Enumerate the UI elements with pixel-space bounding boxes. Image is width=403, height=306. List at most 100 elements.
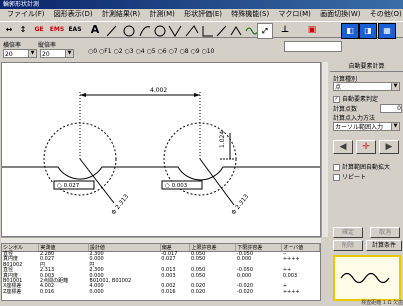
point-tool-icon[interactable] bbox=[216, 25, 227, 37]
calc-condition-button[interactable]: 計算条件 bbox=[366, 240, 402, 251]
zoom-icon[interactable]: ⤢ bbox=[257, 23, 273, 39]
ems-button[interactable]: EMS bbox=[48, 23, 66, 37]
table-row[interactable]: Z座標差 0.016 0.000 0.016 0.020 -0.020 ++++ bbox=[2, 289, 320, 295]
text-tool-button[interactable]: A bbox=[88, 23, 102, 37]
menu-other[interactable]: その他(O) bbox=[370, 10, 402, 18]
dim-top-text: 4.002 bbox=[150, 87, 167, 94]
view2-icon[interactable]: ◨ bbox=[359, 23, 377, 39]
menu-results[interactable]: 計測結果(R) bbox=[102, 10, 140, 18]
h-scale-value: 20 bbox=[5, 51, 13, 58]
auto-judge-label: 自動要素判定 bbox=[342, 96, 379, 103]
toolbar: ↔ ↕ GE EMS EAS A ⤢ ⊥ ▣ ◧ ◨ ▦ bbox=[0, 21, 403, 39]
view3-icon[interactable]: ▦ bbox=[378, 23, 396, 39]
input-method-combo[interactable]: カーソル範囲入力 ▼ bbox=[333, 122, 400, 131]
ge-button[interactable]: GE bbox=[30, 23, 48, 37]
menu-shape-eval[interactable]: 形状評価(E) bbox=[184, 10, 222, 18]
eas-button[interactable]: EAS bbox=[66, 23, 84, 37]
drawing-tools bbox=[106, 25, 259, 37]
menu-screen[interactable]: 画面切換(W) bbox=[320, 10, 360, 18]
arrow-right-icon bbox=[194, 93, 200, 97]
next-button[interactable]: ▶ bbox=[379, 140, 399, 154]
radio-7[interactable]: ○7 bbox=[168, 48, 177, 55]
auto-calc-panel: 自動要素計算 計算種別 点 ▼ ✓ 自動要素判定 計算点数 0 計算点入力方法 カー… bbox=[330, 62, 403, 306]
cursor-button[interactable]: ✛ bbox=[356, 140, 376, 154]
calc-type-value: 点 bbox=[335, 84, 342, 91]
menu-bar: ファイル(F) 図形表示(D) 計測結果(R) 計測(M) 形状評価(E) 特殊… bbox=[0, 9, 403, 20]
range-auto-checkbox[interactable]: 計算範囲自動拡大 bbox=[333, 162, 390, 171]
arrow-right-icon: ▶ bbox=[385, 142, 393, 152]
chevron-down-icon: ▼ bbox=[391, 123, 399, 130]
radio-2[interactable]: ○2 bbox=[113, 48, 122, 55]
tol-box-mid-text: ○ 0.003 bbox=[165, 183, 188, 189]
shape-preview bbox=[333, 255, 401, 301]
cancel-button[interactable]: 取消 bbox=[370, 227, 400, 238]
radio-5[interactable]: ○5 bbox=[146, 48, 155, 55]
v-scale-combo[interactable]: 20 ▼ bbox=[40, 49, 74, 58]
menu-special[interactable]: 特殊機能(S) bbox=[231, 10, 269, 18]
scale-row: 横倍率 縦倍率 20 ▼ 20 ▼ ○0 ○F1 ○2 ○3 ○4 ○5 ○6 ○7… bbox=[0, 39, 403, 61]
radio-9[interactable]: ○9 bbox=[190, 48, 199, 55]
view1-icon[interactable]: ◧ bbox=[341, 23, 359, 39]
menu-macro[interactable]: マクロ(M) bbox=[278, 10, 311, 18]
print-icon[interactable]: ▣ bbox=[305, 23, 319, 37]
coord-field[interactable] bbox=[284, 41, 342, 52]
diag-right bbox=[199, 158, 235, 206]
profile-drawing: 4.002 1.024 Φ 2.313 Φ 2.313 ○ 0.027 ○ 0.… bbox=[2, 87, 320, 216]
diag-left-text: Φ 2.313 bbox=[110, 193, 130, 216]
circle-tool-icon[interactable] bbox=[123, 25, 135, 37]
title-bar: 輪郭形状計測 bbox=[0, 0, 403, 9]
arrow-left-icon: ◀ bbox=[339, 142, 347, 152]
confirm-button[interactable]: 確定 bbox=[333, 227, 363, 238]
checkbox-icon bbox=[333, 174, 340, 181]
grid-icon[interactable]: ⊥ bbox=[278, 23, 292, 37]
h-scale-combo[interactable]: 20 ▼ bbox=[3, 49, 37, 58]
repeat-label: リピート bbox=[342, 174, 367, 181]
circle2-tool-icon[interactable] bbox=[154, 25, 166, 37]
corner-tool-icon[interactable] bbox=[202, 26, 213, 37]
radio-10[interactable]: ○10 bbox=[201, 48, 214, 55]
auto-judge-checkbox[interactable]: ✓ 自動要素判定 bbox=[333, 94, 378, 103]
window-title: 輪郭形状計測 bbox=[3, 1, 40, 8]
results-table: シンボル 実測値 設計値 偏差 上限許容差 下限許容差 オーバ値 直径 2.280… bbox=[1, 243, 321, 301]
radio-3[interactable]: ○3 bbox=[124, 48, 133, 55]
chevron-down-icon: ▼ bbox=[65, 50, 73, 57]
prev-button[interactable]: ◀ bbox=[333, 140, 353, 154]
calc-count-field[interactable]: 0 bbox=[380, 104, 402, 113]
fit-width-icon[interactable]: ↔ bbox=[3, 23, 15, 37]
menu-display[interactable]: 図形表示(D) bbox=[54, 10, 93, 18]
drawing-canvas[interactable]: 4.002 1.024 Φ 2.313 Φ 2.313 ○ 0.027 ○ 0.… bbox=[1, 62, 321, 237]
chevron-down-icon: ▼ bbox=[28, 50, 36, 57]
tol-box-left-text: ○ 0.027 bbox=[57, 183, 80, 189]
angle-tool-icon[interactable] bbox=[168, 25, 182, 37]
radio-8[interactable]: ○8 bbox=[179, 48, 188, 55]
chevron-down-icon: ▼ bbox=[391, 83, 399, 90]
v-scale-label: 縦倍率 bbox=[38, 42, 57, 49]
radio-group: ○0 ○F1 ○2 ○3 ○4 ○5 ○6 ○7 ○8 ○9 ○10 bbox=[88, 48, 214, 55]
checkbox-icon bbox=[333, 164, 340, 171]
radio-4[interactable]: ○4 bbox=[135, 48, 144, 55]
col-over[interactable]: オーバ値 bbox=[281, 244, 320, 252]
delete-button[interactable]: 削除 bbox=[333, 240, 363, 251]
polyline-tool-icon[interactable] bbox=[185, 25, 199, 37]
status-text: 検査距離 1 Ω 欠歯 bbox=[361, 300, 403, 306]
wave-preview-icon bbox=[340, 272, 390, 284]
calc-type-combo[interactable]: 点 ▼ bbox=[333, 82, 400, 91]
checkbox-icon: ✓ bbox=[333, 96, 340, 103]
range-auto-label: 計算範囲自動拡大 bbox=[342, 164, 391, 171]
repeat-checkbox[interactable]: リピート bbox=[333, 172, 366, 181]
arc-tool-icon[interactable] bbox=[139, 26, 151, 37]
menu-file[interactable]: ファイル(F) bbox=[7, 10, 45, 18]
panel-title: 自動要素計算 bbox=[330, 62, 403, 72]
v-scale-value: 20 bbox=[42, 51, 50, 58]
dim-right-text: 1.024 bbox=[219, 131, 226, 148]
line-tool-icon[interactable] bbox=[106, 25, 117, 37]
radio-0[interactable]: ○0 bbox=[88, 48, 97, 55]
fit-height-icon[interactable]: ↕ bbox=[17, 23, 29, 37]
arrow-left-icon bbox=[80, 93, 86, 97]
crosshair-icon: ✛ bbox=[362, 142, 370, 152]
peak-tool-icon[interactable] bbox=[230, 26, 242, 36]
menu-measure[interactable]: 計測(M) bbox=[149, 10, 175, 18]
radio-1[interactable]: ○F1 bbox=[99, 48, 112, 55]
radio-6[interactable]: ○6 bbox=[157, 48, 166, 55]
vertical-scrollbar[interactable] bbox=[321, 62, 328, 237]
